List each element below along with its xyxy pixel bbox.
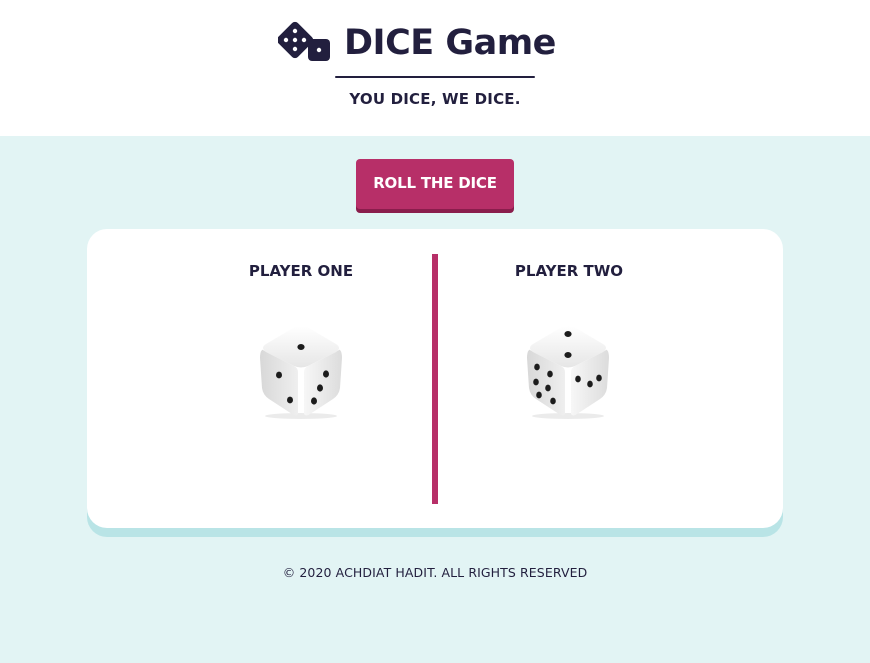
die-face-6-icon	[527, 326, 609, 419]
page-title: DICE Game	[344, 23, 556, 63]
player-divider	[432, 254, 438, 504]
roll-dice-button[interactable]: ROLL THE DICE	[356, 159, 514, 209]
brand: DICE Game	[278, 20, 556, 66]
tagline: YOU DICE, WE DICE.	[349, 90, 521, 108]
die-face-3-icon	[260, 326, 342, 419]
footer-copyright: © 2020 ACHDIAT HADIT. ALL RIGHTS RESERVE…	[282, 565, 588, 580]
dice-icon	[278, 21, 330, 61]
player-one-label: PLAYER ONE	[248, 262, 354, 280]
player-two-label: PLAYER TWO	[514, 262, 624, 280]
title-divider	[335, 76, 535, 78]
header: DICE Game YOU DICE, WE DICE.	[0, 0, 870, 136]
